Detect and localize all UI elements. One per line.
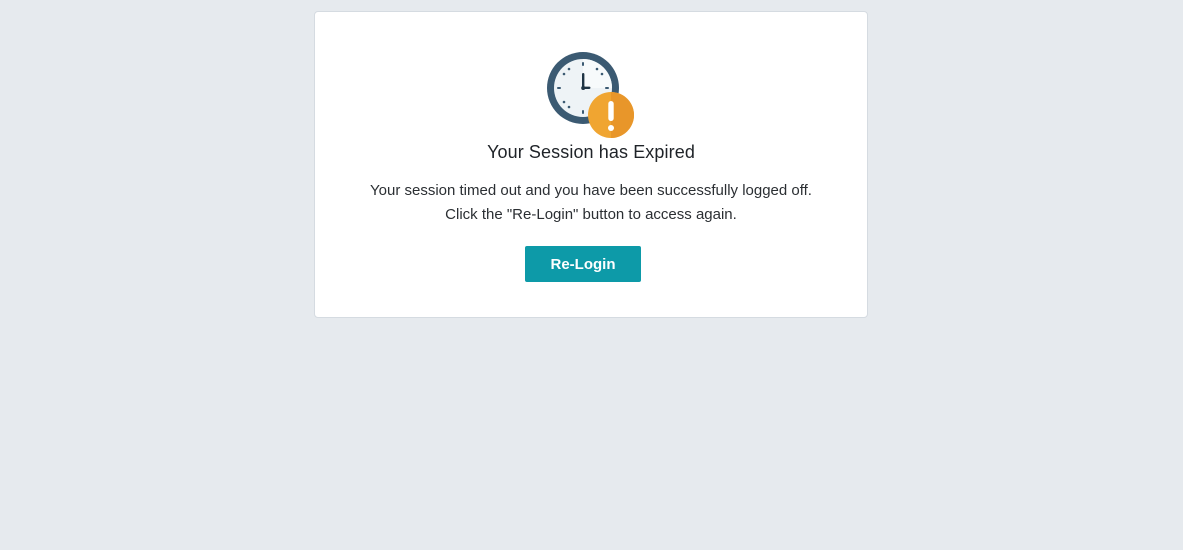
- message-line-1: Your session timed out and you have been…: [370, 182, 812, 199]
- session-expired-card: Your Session has Expired Your session ti…: [314, 11, 868, 318]
- page-title: Your Session has Expired: [487, 142, 695, 162]
- session-message: Your session timed out and you have been…: [315, 179, 867, 227]
- message-line-2: Click the "Re-Login" button to access ag…: [445, 206, 737, 223]
- relogin-button[interactable]: Re-Login: [525, 246, 641, 282]
- clock-warning-icon: [546, 51, 638, 141]
